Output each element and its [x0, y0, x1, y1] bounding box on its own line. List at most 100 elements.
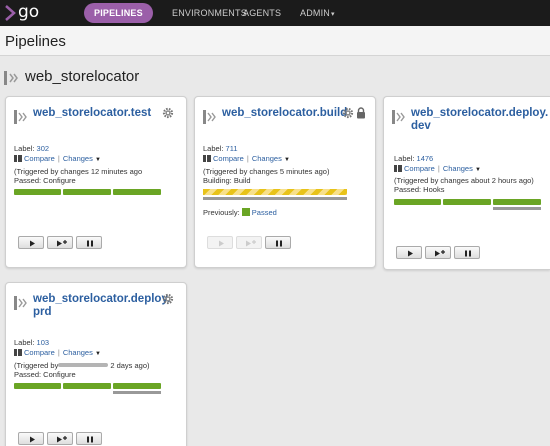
pipeline-name-line1: web_storelocator.deploy.: [411, 107, 549, 119]
pause-icon: [87, 240, 93, 247]
stage-bar[interactable]: [63, 189, 111, 195]
page-header: Pipelines: [0, 26, 550, 56]
play-plus-icon: [435, 250, 445, 257]
compare-icon: [14, 349, 22, 356]
label-prefix: Label:: [203, 144, 226, 153]
gear-icon[interactable]: [162, 293, 174, 305]
compare-changes-row: Compare | Changes ▼: [203, 154, 290, 165]
triggered-prefix: (Triggered by: [14, 361, 59, 370]
logo-text: go: [18, 2, 40, 22]
pipeline-name[interactable]: web_storelocator.build: [222, 107, 347, 120]
label-link[interactable]: 302: [37, 144, 50, 153]
status-text: Building: Build: [203, 176, 251, 185]
stage-bar[interactable]: [113, 383, 161, 389]
label-text: Label: 103: [14, 338, 49, 347]
compare-link[interactable]: Compare: [213, 154, 244, 163]
gear-icon[interactable]: [162, 107, 174, 119]
tab-pipelines[interactable]: PIPELINES: [84, 3, 153, 23]
pause-button[interactable]: [454, 246, 480, 259]
stage-bar[interactable]: [113, 189, 161, 195]
pipeline-card-build: web_storelocator.build Label: 711 Compar…: [194, 96, 376, 268]
status-text: Passed: Hooks: [394, 185, 445, 194]
pause-icon: [276, 240, 282, 247]
stage-bar[interactable]: [63, 383, 111, 389]
pipeline-name[interactable]: web_storelocator.deploy. dev: [411, 107, 548, 133]
stage-bar-building[interactable]: [203, 189, 347, 195]
play-icon: [219, 240, 224, 247]
triggered-text: (Triggered by changes about 2 hours ago): [394, 176, 534, 185]
chevron-down-icon[interactable]: ▼: [95, 157, 101, 163]
go-logo[interactable]: go: [4, 3, 40, 23]
pause-button[interactable]: [76, 432, 102, 445]
label-link[interactable]: 103: [37, 338, 50, 347]
tab-admin[interactable]: ADMIN▾: [300, 0, 335, 26]
pipeline-name-line2: prd: [33, 306, 52, 318]
label-link[interactable]: 1476: [417, 154, 434, 163]
pipeline-group-icon: [4, 71, 18, 85]
pipeline-icon: [14, 110, 27, 124]
label-text: Label: 302: [14, 144, 49, 153]
label-text: Label: 711: [203, 144, 238, 153]
stage-bar[interactable]: [14, 383, 61, 389]
compare-changes-row: Compare | Changes ▼: [14, 154, 101, 165]
pipeline-icon: [392, 110, 405, 124]
stage-bar[interactable]: [443, 199, 491, 205]
stage-bar[interactable]: [14, 189, 61, 195]
compare-icon: [394, 165, 402, 172]
page-title: Pipelines: [5, 33, 66, 50]
changes-link[interactable]: Changes: [443, 164, 473, 173]
tab-environments[interactable]: ENVIRONMENTS: [172, 0, 247, 26]
lock-icon[interactable]: [356, 107, 366, 119]
stage-bar[interactable]: [493, 199, 541, 205]
triggered-suffix: 2 days ago): [110, 361, 150, 370]
compare-changes-row: Compare | Changes ▼: [14, 348, 101, 359]
trigger-button[interactable]: [396, 246, 422, 259]
pause-button[interactable]: [76, 236, 102, 249]
label-prefix: Label:: [394, 154, 417, 163]
chevron-down-icon[interactable]: ▼: [95, 351, 101, 357]
previously-label: Previously:: [203, 208, 240, 217]
compare-link[interactable]: Compare: [24, 348, 55, 357]
pipeline-name-line2: dev: [411, 120, 431, 132]
status-text: Passed: Configure: [14, 176, 76, 185]
changes-link[interactable]: Changes: [252, 154, 282, 163]
triggered-text: (Triggered by changes 12 minutes ago: [14, 167, 143, 176]
trigger-button[interactable]: [18, 236, 44, 249]
pause-button[interactable]: [265, 236, 291, 249]
changes-link[interactable]: Changes: [63, 154, 93, 163]
top-nav: go PIPELINES ENVIRONMENTS AGENTS ADMIN▾: [0, 0, 550, 26]
label-link[interactable]: 711: [226, 144, 238, 153]
play-icon: [30, 436, 35, 443]
pipeline-name[interactable]: web_storelocator.test: [33, 107, 151, 120]
pipeline-card-deploy-dev: web_storelocator.deploy. dev Label: 1476 …: [383, 96, 550, 270]
gear-icon[interactable]: [342, 107, 354, 119]
redacted-scribble: [58, 363, 108, 367]
pipeline-card-test: web_storelocator.test Label: 302 Compare…: [5, 96, 187, 268]
compare-link[interactable]: Compare: [24, 154, 55, 163]
pause-icon: [465, 250, 471, 257]
trigger-button[interactable]: [18, 432, 44, 445]
label-prefix: Label:: [14, 338, 37, 347]
chevron-down-icon: ▾: [331, 11, 335, 18]
stage-bar-previous: [113, 391, 161, 394]
trigger-with-options-button[interactable]: [425, 246, 451, 259]
label-prefix: Label:: [14, 144, 37, 153]
previously-link[interactable]: Passed: [252, 208, 277, 217]
compare-link[interactable]: Compare: [404, 164, 435, 173]
pipeline-icon: [203, 110, 216, 124]
chevron-down-icon[interactable]: ▼: [284, 157, 290, 163]
tab-admin-label: ADMIN: [300, 8, 330, 18]
compare-icon: [203, 155, 211, 162]
trigger-with-options-button[interactable]: [47, 432, 73, 445]
compare-changes-row: Compare | Changes ▼: [394, 164, 481, 175]
tab-agents[interactable]: AGENTS: [243, 0, 281, 26]
pipeline-group-name[interactable]: web_storelocator: [25, 68, 139, 85]
stage-bar[interactable]: [394, 199, 441, 205]
trigger-button[interactable]: [207, 236, 233, 249]
label-text: Label: 1476: [394, 154, 433, 163]
changes-link[interactable]: Changes: [63, 348, 93, 357]
trigger-with-options-button[interactable]: [47, 236, 73, 249]
chevron-down-icon[interactable]: ▼: [475, 167, 481, 173]
trigger-with-options-button[interactable]: [236, 236, 262, 249]
pipeline-name[interactable]: web_storelocator.deploy. prd: [33, 293, 170, 319]
